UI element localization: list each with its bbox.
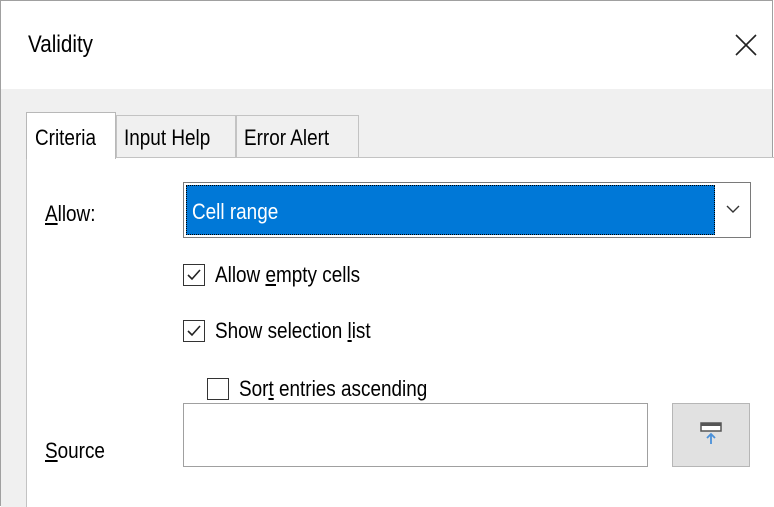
close-icon	[734, 33, 758, 62]
tab-input-help-label: Input Help	[124, 125, 211, 150]
tab-criteria-label: Criteria	[35, 125, 96, 150]
checkbox-box	[207, 378, 229, 400]
sort-entries-ascending-label: Sort entries ascending	[239, 376, 428, 401]
allow-dropdown-button[interactable]	[716, 183, 750, 237]
source-input[interactable]	[183, 403, 648, 467]
checkbox-box	[183, 320, 205, 342]
show-selection-list-label: Show selection list	[215, 318, 371, 343]
dialog-title: Validity	[28, 31, 94, 58]
tab-input-help[interactable]: Input Help	[116, 115, 236, 157]
chevron-down-icon	[726, 201, 740, 219]
shrink-dialog-icon	[698, 420, 724, 451]
checkbox-box	[183, 264, 205, 286]
source-label: Source	[45, 438, 105, 463]
shrink-button[interactable]	[672, 403, 750, 467]
tab-error-alert-label: Error Alert	[244, 125, 330, 150]
checkmark-icon	[187, 325, 201, 337]
title-bar: Validity	[1, 1, 772, 89]
close-button[interactable]	[721, 23, 771, 71]
criteria-panel: Allow: Cell range Allow empty cells Show…	[26, 157, 774, 507]
allow-select-value: Cell range	[186, 185, 715, 235]
allow-label: Allow:	[45, 201, 96, 226]
tab-error-alert[interactable]: Error Alert	[236, 115, 359, 157]
dialog-content: Criteria Input Help Error Alert Allow: C…	[1, 89, 774, 507]
allow-select[interactable]: Cell range	[183, 182, 751, 238]
allow-empty-cells-label: Allow empty cells	[215, 262, 361, 287]
checkmark-icon	[187, 269, 201, 281]
tab-criteria[interactable]: Criteria	[26, 112, 116, 159]
allow-select-text: Cell range	[192, 199, 279, 224]
validity-dialog: Validity Criteria Input Help Error Alert…	[0, 0, 774, 507]
